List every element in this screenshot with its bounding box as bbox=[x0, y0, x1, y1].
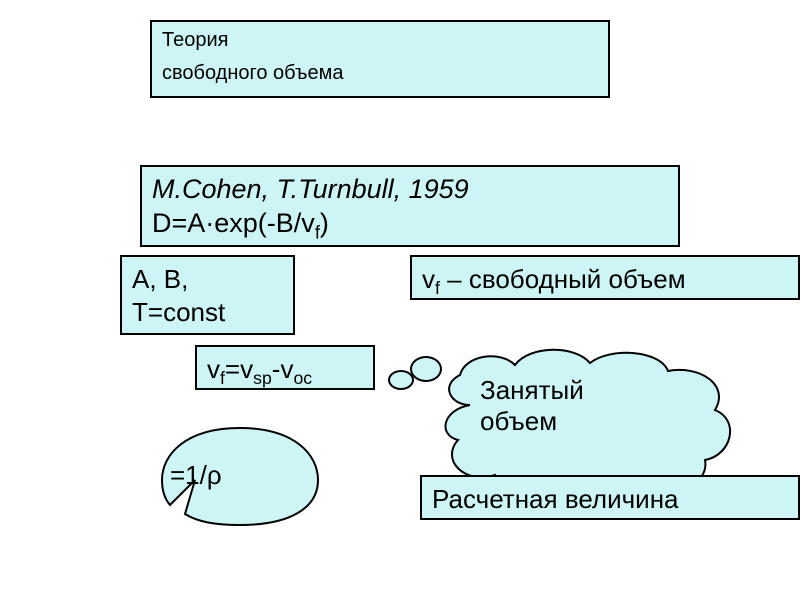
speech-text: =1/ρ bbox=[170, 460, 222, 491]
speech-bubble: =1/ρ bbox=[140, 410, 340, 540]
calc-text: Расчетная величина bbox=[432, 484, 679, 514]
constants-box: A, B, T=const bbox=[120, 255, 295, 335]
title-line2: свободного объема bbox=[162, 61, 598, 86]
vf-v: v bbox=[422, 264, 435, 294]
vfeq-s2: sp bbox=[253, 368, 272, 388]
eq-suffix: ) bbox=[320, 208, 329, 238]
title-line1: Теория bbox=[162, 28, 598, 53]
vfeq-s3: oc bbox=[293, 368, 312, 388]
vf-equation-box: vf=vsp-voc bbox=[195, 345, 375, 390]
cloud-text: Занятый объем bbox=[480, 375, 584, 437]
authors-line: M.Cohen, T.Turnbull, 1959 bbox=[152, 173, 668, 207]
free-volume-box: vf – свободный объем bbox=[410, 255, 800, 300]
cloud-line2: объем bbox=[480, 406, 584, 437]
cloud-line1: Занятый bbox=[480, 375, 584, 406]
ab-line1: A, B, bbox=[132, 263, 283, 296]
eq-mid: -B/v bbox=[267, 208, 315, 238]
eq-prefix: D=A·exp( bbox=[152, 208, 267, 238]
title-box: Теория свободного объема bbox=[150, 20, 610, 98]
calc-box: Расчетная величина bbox=[420, 475, 800, 520]
vf-rest: – свободный объем bbox=[440, 264, 686, 294]
diagram-canvas: Теория свободного объема M.Cohen, T.Turn… bbox=[0, 0, 800, 600]
vfeq-p3: -v bbox=[272, 354, 294, 384]
ab-line2: T=const bbox=[132, 296, 283, 329]
authors-box: M.Cohen, T.Turnbull, 1959 D=A·exp(-B/vf) bbox=[140, 165, 680, 247]
vfeq-p2: =v bbox=[225, 354, 253, 384]
equation-D: D=A·exp(-B/vf) bbox=[152, 207, 668, 241]
vfeq-p1: v bbox=[207, 354, 220, 384]
